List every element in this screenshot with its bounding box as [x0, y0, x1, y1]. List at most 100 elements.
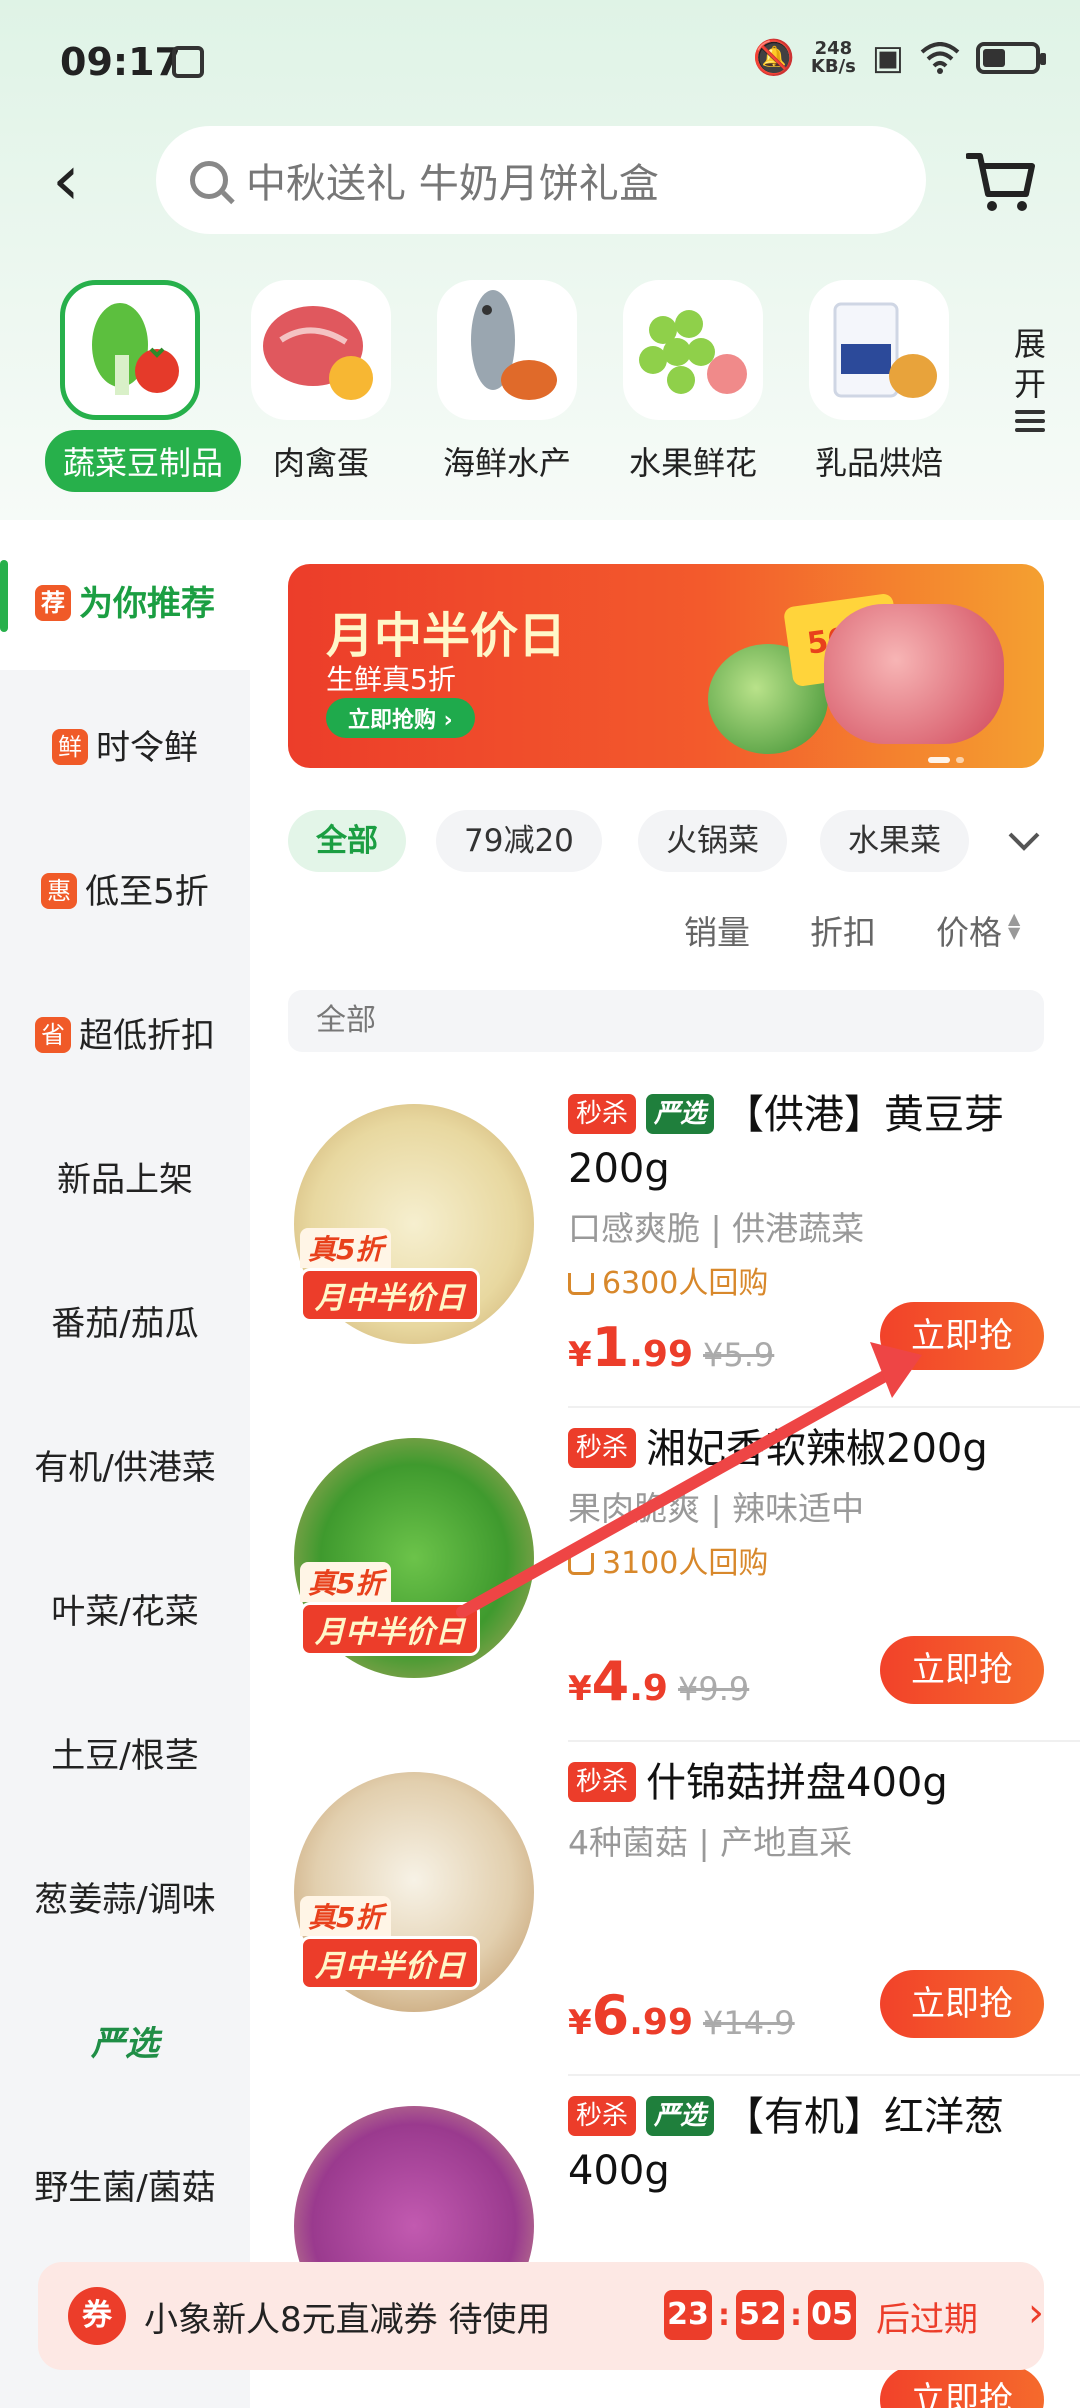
- sidebar-item-half-price[interactable]: 惠低至5折: [0, 864, 250, 913]
- buy-now-button[interactable]: 立即抢: [880, 1970, 1044, 2038]
- chip-79-20[interactable]: 79减20: [436, 810, 602, 872]
- sidebar-item-low-discount[interactable]: 省超低折扣: [0, 1008, 250, 1057]
- sidebar-item-label: 超低折扣: [79, 1016, 215, 1056]
- stamp-bottom: 月中半价日: [300, 1602, 480, 1656]
- stamp-bottom: 月中半价日: [300, 1936, 480, 1990]
- category-label: 乳品烘焙: [814, 444, 943, 482]
- price-dec: .99: [629, 1334, 694, 1375]
- miaosha-badge: 秒杀: [568, 1094, 637, 1134]
- cart-icon: [965, 153, 1035, 211]
- sort-discount[interactable]: 折扣: [810, 906, 876, 954]
- sidebar-item-yanxuan[interactable]: 严选: [0, 2016, 250, 2065]
- price-int: 1: [591, 1316, 630, 1379]
- category-row: 蔬菜豆制品 肉禽蛋 海鲜水产 水果鲜花 乳品烘焙: [0, 270, 1080, 500]
- sort-sales[interactable]: 销量: [684, 906, 750, 954]
- status-bar: 09:17 🔕 248 KB/s ▣: [0, 0, 1080, 120]
- chip-all[interactable]: 全部: [288, 810, 406, 872]
- sidebar-item-seasonal[interactable]: 鲜时令鲜: [0, 720, 250, 769]
- coupon-bar[interactable]: 券 小象新人8元直减券 待使用 23 : 52 : 05 后过期 ›: [38, 2262, 1044, 2370]
- buy-now-button[interactable]: 立即抢: [880, 1636, 1044, 1704]
- sidebar-item-label: 低至5折: [85, 872, 209, 912]
- product-card[interactable]: 真5折 月中半价日 秒杀 湘妃香软辣椒200g 果肉脆爽 | 辣味适中 3100人…: [288, 1408, 1080, 1742]
- miaosha-badge: 秒杀: [568, 2096, 637, 2136]
- sidebar-item-label: 有机/供港菜: [34, 1448, 216, 1488]
- yanxuan-logo: 严选: [91, 2024, 159, 2064]
- sidebar-item-leafy[interactable]: 叶菜/花菜: [0, 1584, 250, 1633]
- product-desc: 口感爽脆 | 供港蔬菜: [568, 1209, 865, 1248]
- save-tag-icon: 省: [35, 1017, 71, 1053]
- price-int: 4: [591, 1650, 630, 1713]
- buy-now-button[interactable]: 立即抢: [880, 2366, 1044, 2408]
- stamp-top: 真5折: [300, 1228, 392, 1268]
- category-vegetables[interactable]: 蔬菜豆制品: [45, 280, 242, 492]
- category-fruit-image: [623, 280, 763, 420]
- category-meat-eggs[interactable]: 肉禽蛋: [236, 280, 406, 484]
- chip-hotpot[interactable]: 火锅菜: [638, 810, 787, 872]
- filter-chips: 全部 79减20 火锅菜 水果菜: [288, 810, 1080, 872]
- sidebar-item-seasoning[interactable]: 葱姜蒜/调味: [0, 1872, 250, 1921]
- category-dairy-image: [809, 280, 949, 420]
- price-dec: .99: [629, 2002, 694, 2043]
- countdown-seconds: 05: [808, 2290, 856, 2340]
- coupon-text: 小象新人8元直减券 待使用: [144, 2299, 551, 2340]
- category-label: 海鲜水产: [442, 444, 571, 482]
- sidebar-item-organic[interactable]: 有机/供港菜: [0, 1440, 250, 1489]
- recommend-tag-icon: 荐: [35, 585, 71, 621]
- old-price: ¥14.9: [703, 2004, 795, 2042]
- sidebar-item-root[interactable]: 土豆/根茎: [0, 1728, 250, 1777]
- expand-label: 展开: [1013, 325, 1046, 403]
- chevron-right-icon: ›: [1028, 2290, 1044, 2336]
- category-dairy-bakery[interactable]: 乳品烘焙: [794, 280, 964, 484]
- sidebar-item-new[interactable]: 新品上架: [0, 1152, 250, 1201]
- banner-subtitle: 生鲜真5折: [326, 663, 456, 696]
- category-label: 蔬菜豆制品: [45, 430, 242, 492]
- cart-small-icon: [568, 1273, 594, 1295]
- product-card[interactable]: 真5折 月中半价日 秒杀 严选 【供港】黄豆芽200g 口感爽脆 | 供港蔬菜 63…: [288, 1074, 1080, 1408]
- product-card[interactable]: 真5折 月中半价日 秒杀 什锦菇拼盘400g 4种菌菇 | 产地直采 ¥6.99 ¥…: [288, 1742, 1080, 2076]
- sidebar-item-label: 野生菌/菌菇: [34, 2168, 216, 2208]
- miaosha-badge: 秒杀: [568, 1428, 637, 1468]
- product-title: 秒杀 湘妃香软辣椒200g: [568, 1422, 1068, 1476]
- cart-button[interactable]: [965, 148, 1036, 214]
- category-seafood[interactable]: 海鲜水产: [422, 280, 592, 484]
- search-placeholder: 中秋送礼 牛奶月饼礼盒: [246, 161, 659, 207]
- sidebar-item-mushroom[interactable]: 野生菌/菌菇: [0, 2160, 250, 2209]
- old-price: ¥9.9: [677, 1670, 750, 1708]
- sidebar-item-label: 为你推荐: [79, 584, 215, 624]
- category-fruit-flowers[interactable]: 水果鲜花: [608, 280, 778, 484]
- stamp-top: 真5折: [300, 1562, 392, 1602]
- old-price: ¥5.9: [703, 1336, 775, 1374]
- category-label: 水果鲜花: [628, 444, 757, 482]
- stamp-top: 真5折: [300, 1896, 392, 1936]
- stamp-bottom: 月中半价日: [300, 1268, 480, 1322]
- search-input[interactable]: 中秋送礼 牛奶月饼礼盒: [156, 126, 926, 234]
- sim-icon: ▣: [871, 38, 904, 78]
- chip-fruit-veg[interactable]: 水果菜: [820, 810, 969, 872]
- wifi-icon: [920, 42, 960, 74]
- sidebar-item-tomato[interactable]: 番茄/茄瓜: [0, 1296, 250, 1345]
- buy-now-button[interactable]: 立即抢: [880, 1302, 1044, 1370]
- back-button[interactable]: ‹: [52, 140, 80, 220]
- banner-buy-button[interactable]: 立即抢购 ›: [326, 698, 475, 738]
- search-icon: [190, 161, 228, 199]
- category-seafood-image: [437, 280, 577, 420]
- category-vegetables-image: [60, 280, 200, 420]
- countdown-minutes: 52: [736, 2290, 784, 2340]
- banner-meat-image: [824, 604, 1004, 744]
- network-speed-unit: KB/s: [810, 56, 856, 77]
- sidebar-item-recommend[interactable]: 荐为你推荐: [0, 576, 250, 625]
- product-price: ¥6.99 ¥14.9: [568, 1984, 795, 2047]
- product-desc: 4种菌菇 | 产地直采: [568, 1823, 853, 1862]
- expand-categories-button[interactable]: 展开: [1000, 324, 1060, 437]
- coupon-countdown: 23 : 52 : 05: [664, 2290, 856, 2340]
- sidebar-item-label: 土豆/根茎: [51, 1736, 199, 1776]
- promo-banner[interactable]: 50% 月中半价日 生鲜真5折 立即抢购 ›: [288, 564, 1044, 768]
- section-header: 全部: [288, 990, 1044, 1052]
- banner-pager: [928, 748, 970, 767]
- sidebar-item-label: 葱姜蒜/调味: [34, 1880, 216, 1920]
- sort-price[interactable]: 价格 ▲ ▼: [936, 906, 1020, 954]
- chevron-down-icon[interactable]: [1004, 820, 1044, 860]
- promo-stamp: 真5折 月中半价日: [300, 1562, 480, 1656]
- status-time: 09:17: [60, 40, 181, 84]
- mute-icon: 🔕: [752, 38, 795, 78]
